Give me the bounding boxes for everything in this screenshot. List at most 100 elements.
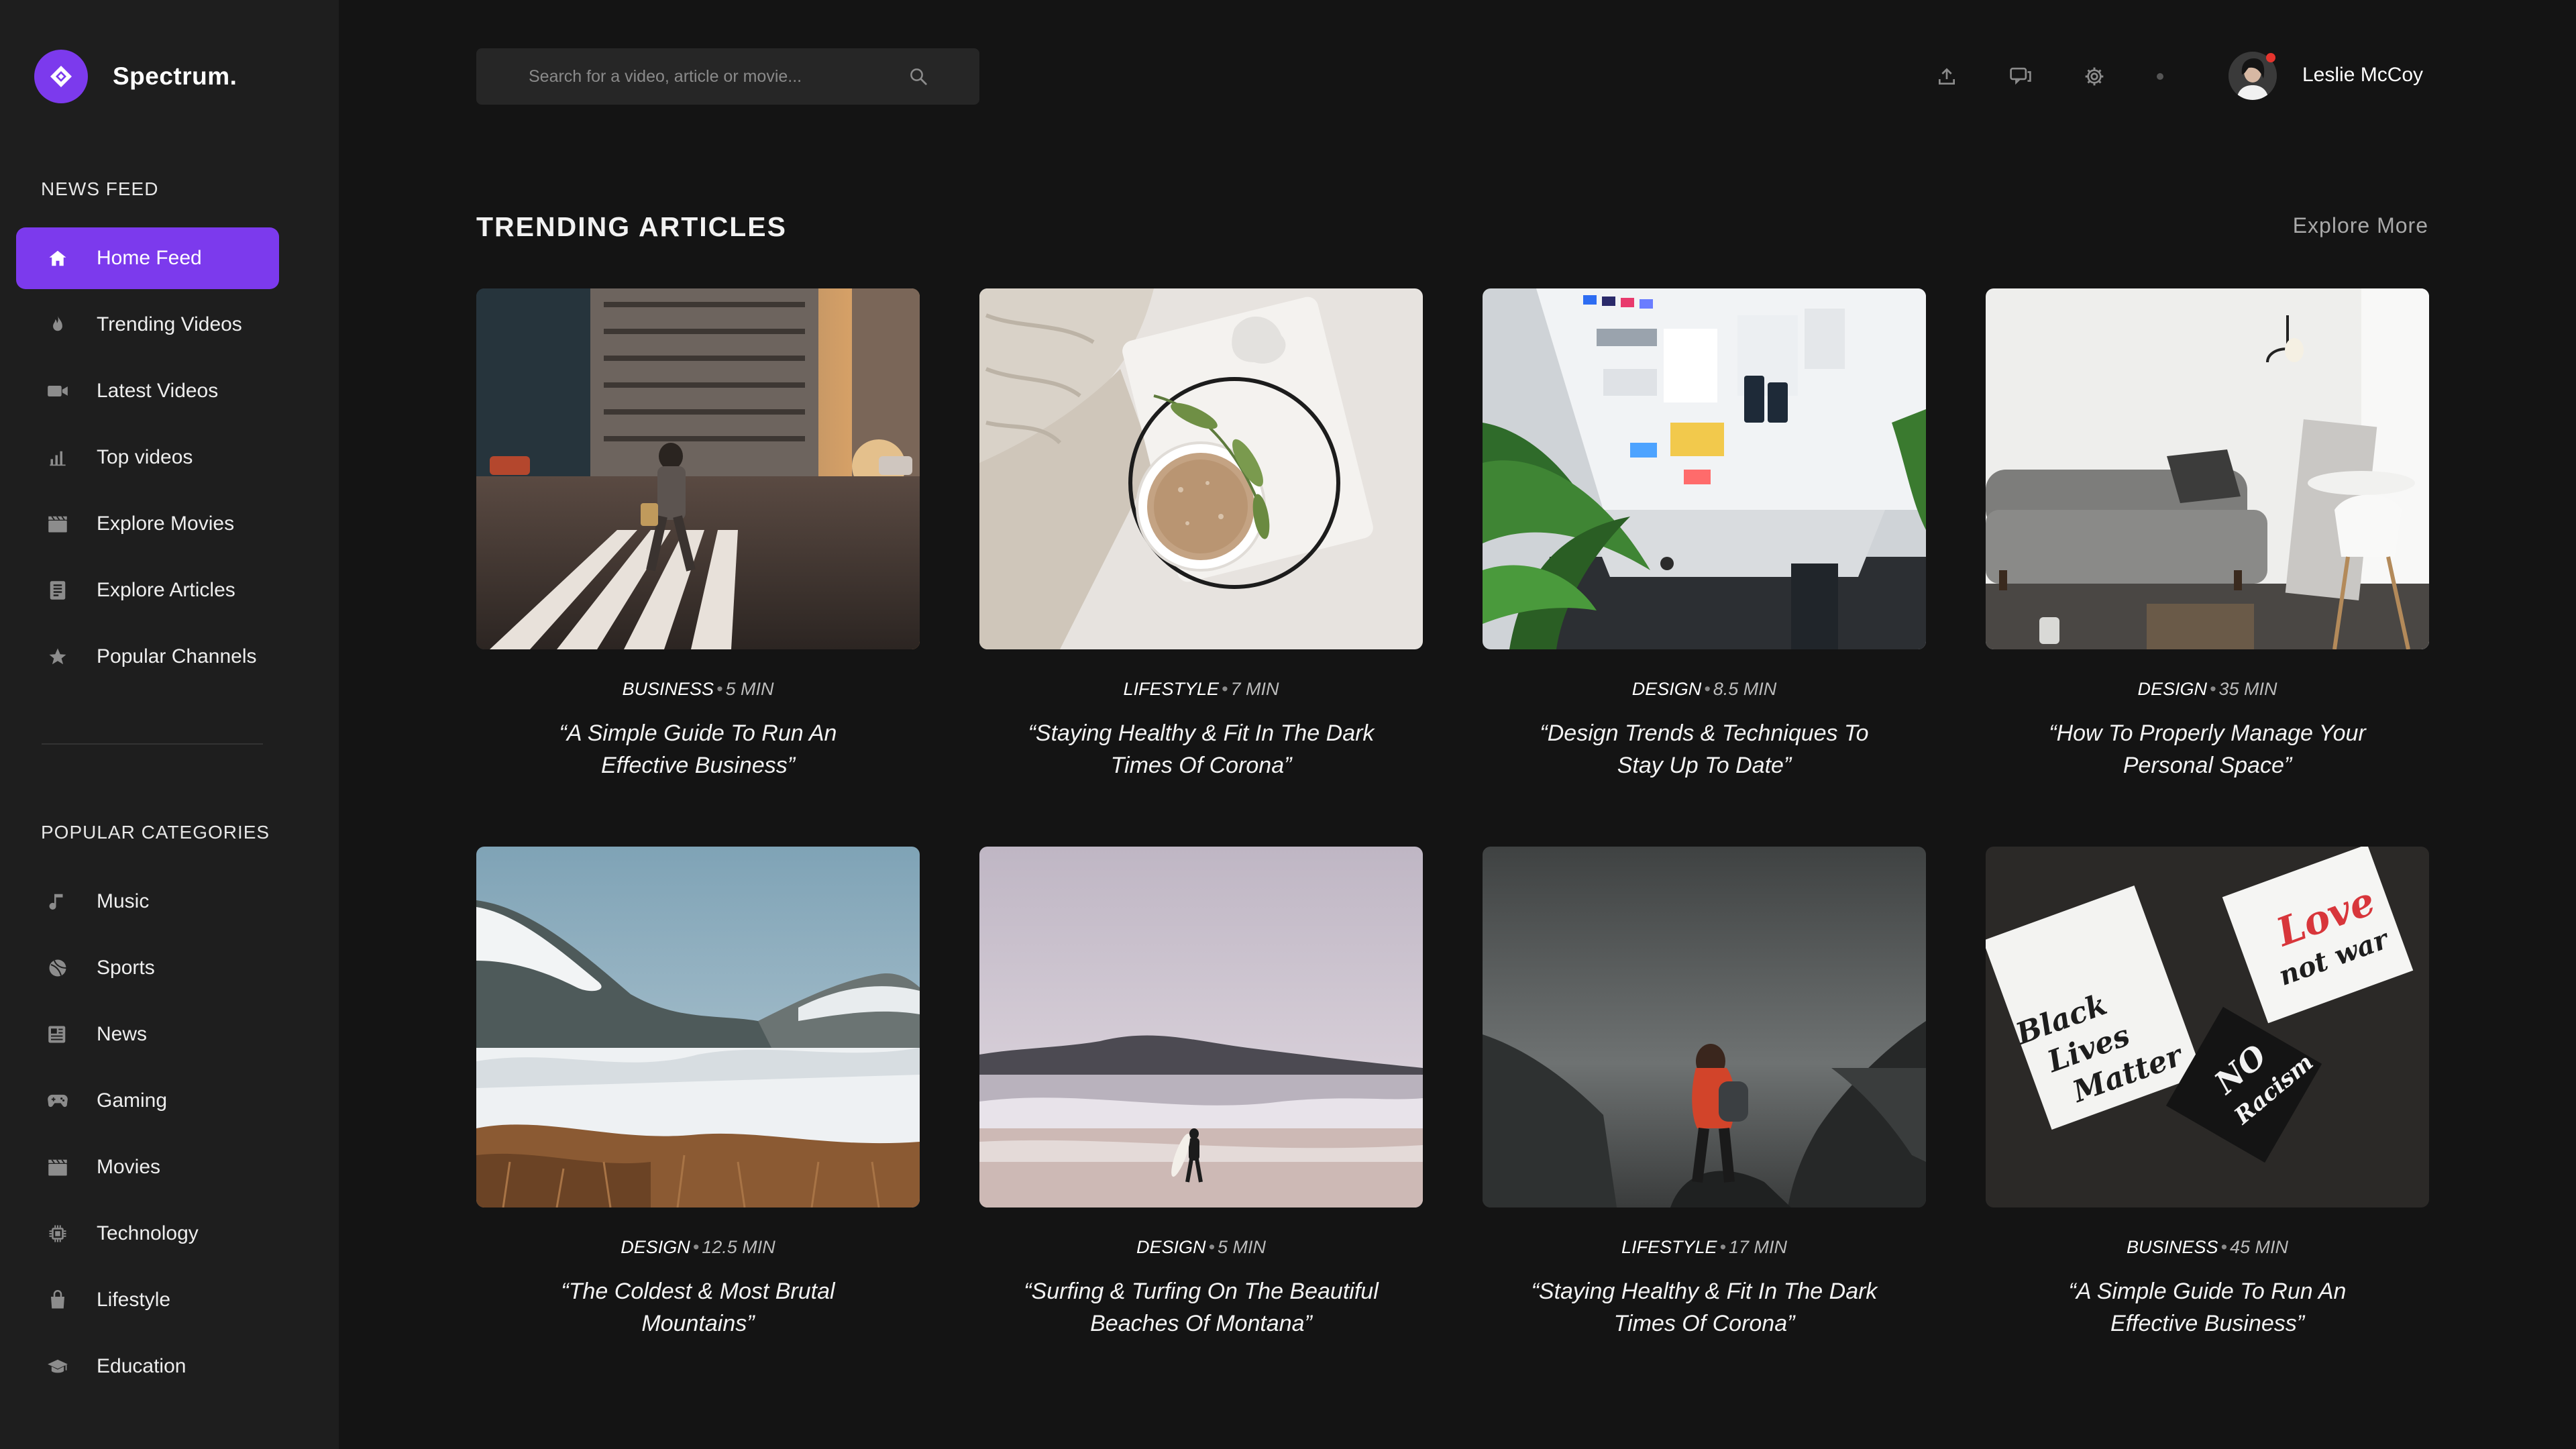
sidebar-item-label: Latest Videos: [97, 380, 219, 402]
article-category: DESIGN: [1631, 679, 1702, 699]
search-bar: [476, 48, 979, 105]
categories-nav: Music Sports News Gaming Movies Technolo…: [16, 871, 279, 1402]
clapperboard-icon: [46, 512, 70, 536]
article-title[interactable]: “Design Trends & Techniques To Stay Up T…: [1483, 717, 1926, 782]
article-duration: 45 MIN: [2229, 1237, 2289, 1257]
sidebar-item-lifestyle[interactable]: Lifestyle: [16, 1269, 279, 1331]
sidebar-item-explore-movies[interactable]: Explore Movies: [16, 493, 279, 555]
sidebar-item-news[interactable]: News: [16, 1004, 279, 1065]
upload-icon[interactable]: [1933, 63, 1960, 90]
user-name[interactable]: Leslie McCoy: [2302, 64, 2423, 87]
article-duration: 8.5 MIN: [1713, 679, 1777, 699]
ball-icon: [46, 956, 70, 980]
bar-chart-icon: [46, 445, 70, 470]
trending-articles-heading: TRENDING ARTICLES: [476, 211, 787, 242]
article-card[interactable]: BUSINESS • 5 MIN “A Simple Guide To Run An…: [476, 288, 920, 782]
article-card[interactable]: DESIGN • 5 MIN “Surfing & Turfing On The B…: [979, 847, 1423, 1340]
article-duration: 5 MIN: [725, 679, 774, 699]
spectrum-logo-icon: [34, 50, 88, 103]
sidebar-item-label: Movies: [97, 1156, 161, 1178]
article-title[interactable]: “Staying Healthy & Fit In The Dark Times…: [979, 717, 1423, 782]
star-icon: [46, 645, 70, 669]
sidebar-item-latest-videos[interactable]: Latest Videos: [16, 360, 279, 422]
sidebar-item-label: Lifestyle: [97, 1289, 171, 1311]
article-meta: LIFESTYLE • 17 MIN: [1621, 1237, 1788, 1257]
article-meta: BUSINESS • 5 MIN: [622, 679, 774, 699]
article-thumbnail[interactable]: [476, 847, 920, 1208]
article-category: DESIGN: [621, 1237, 690, 1257]
article-thumbnail[interactable]: [979, 847, 1423, 1208]
sidebar-item-technology[interactable]: Technology: [16, 1203, 279, 1265]
sidebar-item-label: Explore Articles: [97, 579, 235, 601]
article-category: LIFESTYLE: [1621, 1237, 1717, 1257]
article-card[interactable]: LIFESTYLE • 7 MIN “Staying Healthy & Fit I…: [979, 288, 1423, 782]
sidebar-item-label: Home Feed: [97, 247, 202, 269]
article-meta: BUSINESS • 45 MIN: [2126, 1237, 2289, 1257]
article-duration: 5 MIN: [1217, 1237, 1266, 1257]
graduation-cap-icon: [46, 1354, 70, 1379]
search-input[interactable]: [527, 66, 908, 87]
article-category: BUSINESS: [622, 679, 714, 699]
sidebar-item-trending-videos[interactable]: Trending Videos: [16, 294, 279, 356]
brand-name: Spectrum.: [113, 62, 237, 90]
newspaper-icon: [46, 1022, 70, 1046]
sidebar-item-top-videos[interactable]: Top videos: [16, 427, 279, 488]
sidebar-item-label: Explore Movies: [97, 513, 235, 535]
music-note-icon: [46, 890, 70, 914]
explore-more-link[interactable]: Explore More: [2293, 213, 2428, 238]
article-icon: [46, 578, 70, 602]
article-thumbnail[interactable]: [1986, 288, 2429, 649]
article-duration: 12.5 MIN: [702, 1237, 775, 1257]
sidebar-item-movies[interactable]: Movies: [16, 1136, 279, 1198]
sidebar-item-label: News: [97, 1023, 148, 1045]
flame-icon: [46, 313, 70, 337]
article-card[interactable]: Black Lives Matter Love not war NO Racis…: [1986, 847, 2429, 1340]
sidebar-item-home-feed[interactable]: Home Feed: [16, 227, 279, 289]
sidebar-item-label: Education: [97, 1355, 186, 1377]
article-card[interactable]: DESIGN • 35 MIN “How To Properly Manage Yo…: [1986, 288, 2429, 782]
sidebar-item-label: Trending Videos: [97, 313, 242, 335]
sidebar: Spectrum. NEWS FEED Home Feed Trending V…: [0, 0, 339, 1449]
article-card[interactable]: DESIGN • 12.5 MIN “The Coldest & Most Brut…: [476, 847, 920, 1340]
gamepad-icon: [46, 1089, 70, 1113]
sidebar-item-gaming[interactable]: Gaming: [16, 1070, 279, 1132]
article-title[interactable]: “A Simple Guide To Run An Effective Busi…: [1986, 1275, 2429, 1340]
article-category: BUSINESS: [2126, 1237, 2218, 1257]
article-thumbnail[interactable]: Black Lives Matter Love not war NO Racis…: [1986, 847, 2429, 1208]
chat-icon[interactable]: [2007, 63, 2034, 90]
sidebar-item-label: Top videos: [97, 446, 193, 468]
sidebar-item-popular-channels[interactable]: Popular Channels: [16, 626, 279, 688]
sidebar-item-explore-articles[interactable]: Explore Articles: [16, 559, 279, 621]
sidebar-item-label: Popular Channels: [97, 645, 257, 667]
notification-badge: [2266, 53, 2275, 62]
article-category: LIFESTYLE: [1123, 679, 1220, 699]
sidebar-item-music[interactable]: Music: [16, 871, 279, 932]
article-card[interactable]: DESIGN • 8.5 MIN “Design Trends & Techniqu…: [1483, 288, 1926, 782]
sidebar-item-sports[interactable]: Sports: [16, 937, 279, 999]
article-thumbnail[interactable]: [1483, 847, 1926, 1208]
article-meta: DESIGN • 35 MIN: [2137, 679, 2277, 699]
article-thumbnail[interactable]: [476, 288, 920, 649]
gear-icon[interactable]: [2081, 63, 2108, 90]
article-thumbnail[interactable]: [979, 288, 1423, 649]
brand[interactable]: Spectrum.: [34, 50, 237, 103]
sidebar-item-label: Sports: [97, 957, 155, 979]
article-meta: DESIGN • 8.5 MIN: [1631, 679, 1777, 699]
article-meta: LIFESTYLE • 7 MIN: [1123, 679, 1279, 699]
article-category: DESIGN: [2137, 679, 2208, 699]
sidebar-item-label: Gaming: [97, 1089, 168, 1112]
sidebar-item-label: Music: [97, 890, 150, 912]
article-title[interactable]: “The Coldest & Most Brutal Mountains”: [476, 1275, 920, 1340]
article-title[interactable]: “A Simple Guide To Run An Effective Busi…: [476, 717, 920, 782]
article-card[interactable]: LIFESTYLE • 17 MIN “Staying Healthy & Fit …: [1483, 847, 1926, 1340]
chip-icon: [46, 1222, 70, 1246]
article-title[interactable]: “Surfing & Turfing On The Beautiful Beac…: [979, 1275, 1423, 1340]
video-camera-icon: [46, 379, 70, 403]
sidebar-item-education[interactable]: Education: [16, 1336, 279, 1397]
article-title[interactable]: “How To Properly Manage Your Personal Sp…: [1986, 717, 2429, 782]
article-title[interactable]: “Staying Healthy & Fit In The Dark Times…: [1483, 1275, 1926, 1340]
article-thumbnail[interactable]: [1483, 288, 1926, 649]
news-feed-nav: Home Feed Trending Videos Latest Videos …: [16, 227, 279, 692]
news-feed-title: NEWS FEED: [41, 178, 159, 199]
search-icon[interactable]: [908, 66, 928, 87]
